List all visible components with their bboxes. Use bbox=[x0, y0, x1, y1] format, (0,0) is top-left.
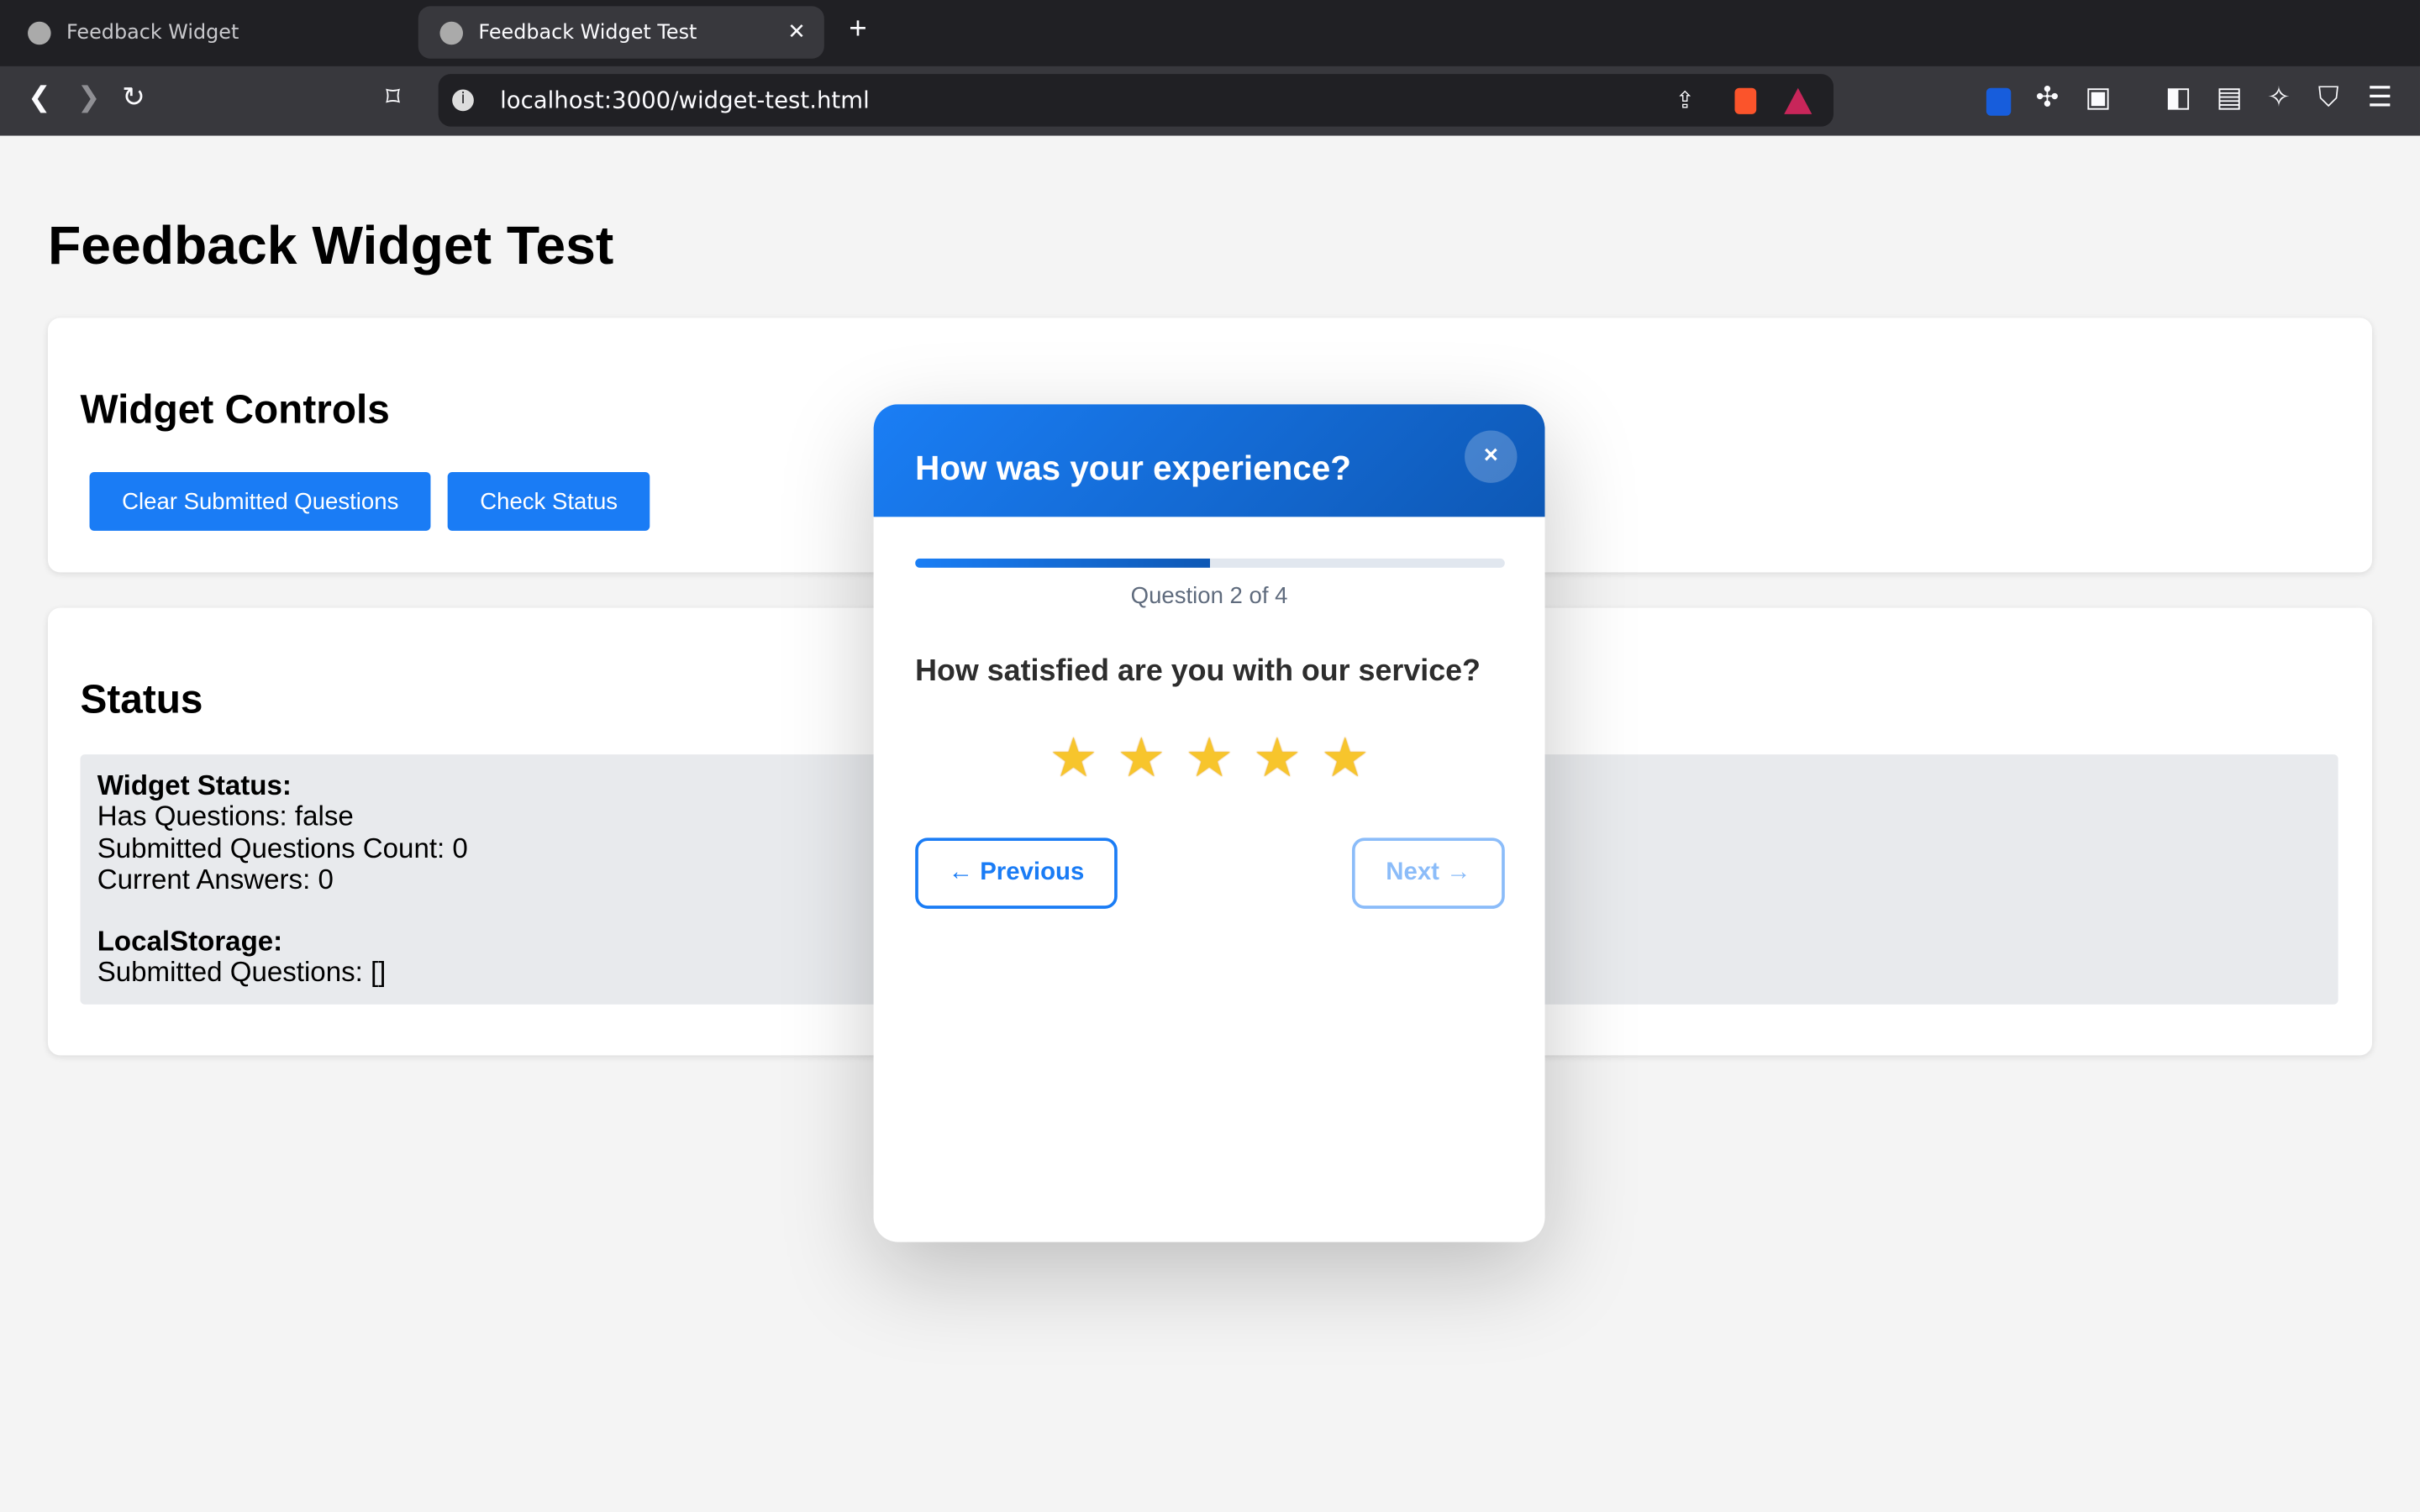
modal-header: How was your experience? × bbox=[873, 404, 1545, 517]
extensions-icon[interactable]: ✣ bbox=[2036, 81, 2060, 114]
leo-ai-icon[interactable]: ✧ bbox=[2267, 81, 2291, 114]
tab-bar: Feedback Widget Feedback Widget Test ✕ + bbox=[0, 0, 2420, 66]
controls-heading: Widget Controls bbox=[80, 386, 390, 433]
previous-button[interactable]: ← Previous bbox=[915, 837, 1118, 909]
sidebar-icon[interactable]: ◧ bbox=[2165, 81, 2191, 114]
new-tab-icon[interactable]: + bbox=[849, 13, 866, 48]
star-4-icon[interactable]: ★ bbox=[1246, 725, 1307, 793]
reader-icon[interactable]: ▣ bbox=[2085, 81, 2111, 114]
star-1-icon[interactable]: ★ bbox=[1043, 725, 1104, 793]
vpn-shield-icon[interactable]: ⛉ bbox=[2318, 81, 2339, 114]
check-status-button[interactable]: Check Status bbox=[447, 472, 650, 531]
back-icon[interactable]: ❮ bbox=[28, 81, 51, 114]
reload-icon[interactable]: ↻ bbox=[122, 81, 145, 114]
status-heading: Status bbox=[80, 675, 203, 722]
progress-bar bbox=[915, 558, 1505, 568]
tab-feedback-widget[interactable]: Feedback Widget bbox=[28, 6, 398, 58]
url-text[interactable]: localhost:3000/widget-test.html bbox=[500, 87, 870, 114]
question-counter: Question 2 of 4 bbox=[1130, 583, 1288, 610]
tab-feedback-widget-test[interactable]: Feedback Widget Test ✕ bbox=[418, 6, 824, 59]
star-rating: ★ ★ ★ ★ ★ bbox=[874, 725, 1545, 793]
star-5-icon[interactable]: ★ bbox=[1314, 725, 1376, 793]
close-tab-icon[interactable]: ✕ bbox=[787, 20, 806, 45]
address-bar[interactable]: i localhost:3000/widget-test.html ⇪ bbox=[438, 74, 1834, 127]
tab-title: Feedback Widget Test bbox=[478, 20, 697, 45]
modal-title: How was your experience? bbox=[915, 449, 1351, 488]
question-text: How satisfied are you with our service? bbox=[915, 654, 1481, 689]
next-button[interactable]: Next → bbox=[1351, 837, 1505, 909]
bitwarden-icon[interactable] bbox=[1986, 87, 2012, 116]
brave-shields-icon[interactable] bbox=[1734, 87, 1757, 113]
brave-rewards-icon[interactable] bbox=[1784, 87, 1812, 113]
info-icon[interactable]: i bbox=[452, 89, 474, 112]
tab-title: Feedback Widget bbox=[66, 20, 239, 45]
menu-icon[interactable]: ☰ bbox=[2368, 81, 2393, 114]
close-icon[interactable]: × bbox=[1465, 430, 1518, 483]
bookmark-icon[interactable]: ⌑ bbox=[386, 81, 400, 114]
globe-icon bbox=[439, 20, 464, 45]
toolbar: ❮ ❯ ↻ ⌑ i localhost:3000/widget-test.htm… bbox=[0, 66, 2420, 136]
progress-fill bbox=[915, 558, 1210, 568]
star-2-icon[interactable]: ★ bbox=[1111, 725, 1172, 793]
star-3-icon[interactable]: ★ bbox=[1178, 725, 1239, 793]
share-icon[interactable]: ⇪ bbox=[1676, 87, 1695, 114]
page-title: Feedback Widget Test bbox=[47, 216, 614, 276]
feedback-modal: How was your experience? × Question 2 of… bbox=[873, 404, 1545, 1242]
forward-icon[interactable]: ❯ bbox=[77, 81, 101, 114]
wallet-icon[interactable]: ▤ bbox=[2217, 81, 2243, 114]
clear-submitted-questions-button[interactable]: Clear Submitted Questions bbox=[89, 472, 431, 531]
globe-icon bbox=[28, 20, 51, 45]
